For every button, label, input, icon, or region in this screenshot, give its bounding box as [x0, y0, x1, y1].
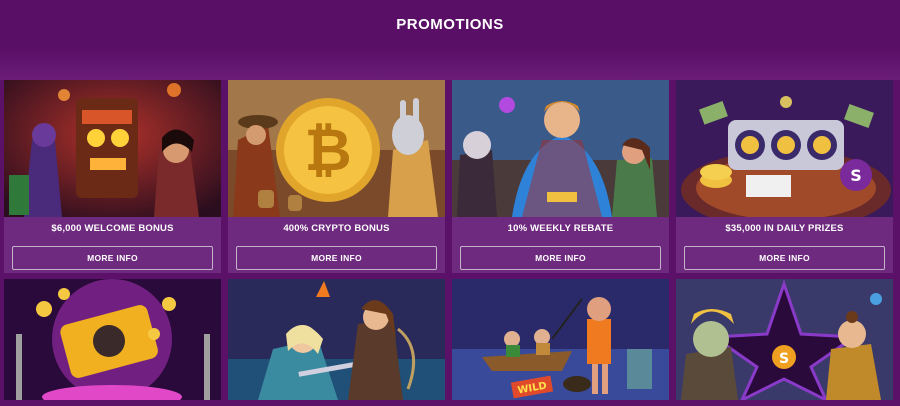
more-info-button[interactable]: MORE INFO: [236, 246, 437, 270]
promo-card: ₿ 400% CRYPTO BONUS MORE INFO: [228, 80, 445, 273]
boat-wild-fishing-art[interactable]: WILD: [452, 279, 669, 400]
promotions-grid: $6,000 WELCOME BONUS MORE INFO ₿ 400% CR…: [4, 80, 896, 400]
more-info-button[interactable]: MORE INFO: [12, 246, 213, 270]
promo-card: [4, 279, 221, 400]
svg-text:S: S: [779, 351, 789, 367]
promo-title: $6,000 WELCOME BONUS: [51, 223, 174, 234]
svg-text:S: S: [850, 166, 862, 185]
golden-vault-stage-art[interactable]: [4, 279, 221, 400]
promo-card: S: [676, 279, 893, 400]
bitcoin-coin-characters-art[interactable]: ₿: [228, 80, 445, 217]
promo-title: 10% WEEKLY REBATE: [507, 223, 614, 234]
promo-card: 10% WEEKLY REBATE MORE INFO: [452, 80, 669, 273]
promo-card: WILD: [452, 279, 669, 400]
more-info-button[interactable]: MORE INFO: [460, 246, 661, 270]
purple-star-characters-art[interactable]: S: [676, 279, 893, 400]
promo-card: [228, 279, 445, 400]
more-info-button[interactable]: MORE INFO: [684, 246, 885, 270]
page-header: PROMOTIONS: [0, 0, 900, 48]
slot-machine-roulette-art[interactable]: S: [676, 80, 893, 217]
svg-text:₿: ₿: [304, 116, 351, 184]
promo-card: S $35,000 IN DAILY PRIZES MORE INFO: [676, 80, 893, 273]
fantasy-warriors-art[interactable]: [228, 279, 445, 400]
promo-title: 400% CRYPTO BONUS: [283, 223, 390, 234]
promo-card: $6,000 WELCOME BONUS MORE INFO: [4, 80, 221, 273]
header-band: [0, 48, 900, 80]
page-title: PROMOTIONS: [396, 15, 504, 33]
tiki-totem-characters-art[interactable]: [4, 80, 221, 217]
promo-title: $35,000 IN DAILY PRIZES: [725, 223, 844, 234]
superhero-vampire-art[interactable]: [452, 80, 669, 217]
